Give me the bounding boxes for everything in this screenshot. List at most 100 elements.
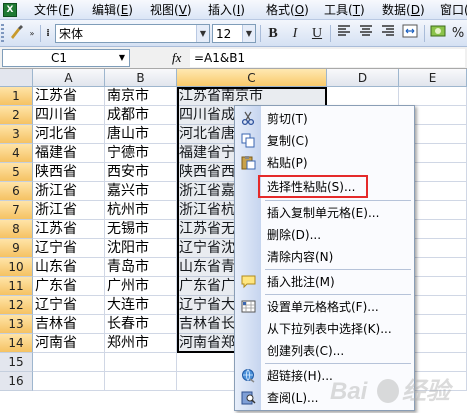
menu-window[interactable]: 窗口(W) [440, 3, 467, 18]
row-header[interactable]: 6 [0, 182, 33, 201]
font-style-icon: ⁞ [46, 28, 50, 39]
menu-item-label: 创建列表(C)... [267, 344, 345, 358]
row-header[interactable]: 1 [0, 87, 33, 106]
underline-button[interactable]: U [307, 24, 327, 43]
cell-b8[interactable]: 无锡市 [105, 220, 177, 239]
cell-d1[interactable] [327, 87, 399, 106]
italic-button[interactable]: I [285, 24, 305, 43]
toolbar-grip[interactable] [1, 24, 4, 43]
row-header[interactable]: 4 [0, 144, 33, 163]
font-size-combo[interactable]: 12 ▼ [212, 24, 256, 43]
cell-a1[interactable]: 江苏省 [33, 87, 105, 106]
cell-a6[interactable]: 浙江省 [33, 182, 105, 201]
menu-item-create-list[interactable]: 创建列表(C)... [235, 340, 414, 362]
cell-b5[interactable]: 西安市 [105, 163, 177, 182]
bold-button[interactable]: B [263, 24, 283, 43]
cell-b16[interactable] [105, 372, 177, 391]
menu-item-format-cells[interactable]: 设置单元格格式(F)... [235, 296, 414, 318]
percent-icon[interactable]: % [448, 24, 467, 43]
column-header-e[interactable]: E [399, 69, 467, 87]
menu-format[interactable]: 格式(O) [266, 3, 309, 18]
cell-a2[interactable]: 四川省 [33, 106, 105, 125]
toolbar-chevron-icon[interactable]: » [26, 24, 38, 43]
fx-icon[interactable]: fx [172, 50, 181, 66]
cell-a4[interactable]: 福建省 [33, 144, 105, 163]
row-header[interactable]: 9 [0, 239, 33, 258]
align-left-icon[interactable] [334, 24, 354, 43]
cell-a12[interactable]: 辽宁省 [33, 296, 105, 315]
chevron-down-icon[interactable]: ▼ [242, 25, 255, 42]
menu-item-cut[interactable]: 剪切(T) [235, 108, 414, 130]
row-header[interactable]: 14 [0, 334, 33, 353]
menu-item-insert-comment[interactable]: 插入批注(M) [235, 271, 414, 293]
cell-b9[interactable]: 沈阳市 [105, 239, 177, 258]
cell-a13[interactable]: 吉林省 [33, 315, 105, 334]
cell-a14[interactable]: 河南省 [33, 334, 105, 353]
menu-item-copy[interactable]: 复制(C) [235, 130, 414, 152]
row-header[interactable]: 8 [0, 220, 33, 239]
menu-tools[interactable]: 工具(T) [324, 3, 365, 18]
cell-a5[interactable]: 陕西省 [33, 163, 105, 182]
menu-item-delete[interactable]: 删除(D)... [235, 224, 414, 246]
cell-a10[interactable]: 山东省 [33, 258, 105, 277]
cell-a8[interactable]: 江苏省 [33, 220, 105, 239]
menu-item-paste-special[interactable]: 选择性粘贴(S)... [235, 176, 414, 198]
menu-file[interactable]: 文件(F) [34, 3, 74, 18]
cell-b13[interactable]: 长春市 [105, 315, 177, 334]
cell-b14[interactable]: 郑州市 [105, 334, 177, 353]
cell-b3[interactable]: 唐山市 [105, 125, 177, 144]
row-header[interactable]: 2 [0, 106, 33, 125]
row-header[interactable]: 13 [0, 315, 33, 334]
cell-a11[interactable]: 广东省 [33, 277, 105, 296]
menu-item-clear-contents[interactable]: 清除内容(N) [235, 246, 414, 268]
chevron-down-icon[interactable]: ▼ [115, 50, 129, 66]
cell-b11[interactable]: 广州市 [105, 277, 177, 296]
cell-b15[interactable] [105, 353, 177, 372]
row-header[interactable]: 12 [0, 296, 33, 315]
menu-insert[interactable]: 插入(I) [208, 3, 245, 18]
row-header[interactable]: 3 [0, 125, 33, 144]
cell-a7[interactable]: 浙江省 [33, 201, 105, 220]
menu-item-insert-copied-cells[interactable]: 插入复制单元格(E)... [235, 202, 414, 224]
cell-b6[interactable]: 嘉兴市 [105, 182, 177, 201]
cell-b10[interactable]: 青岛市 [105, 258, 177, 277]
cell-a9[interactable]: 辽宁省 [33, 239, 105, 258]
chevron-down-icon[interactable]: ▼ [196, 25, 209, 42]
currency-icon[interactable] [428, 24, 448, 43]
menu-item-pick-from-list[interactable]: 从下拉列表中选择(K)... [235, 318, 414, 340]
cell-b1[interactable]: 南京市 [105, 87, 177, 106]
column-header-b[interactable]: B [105, 69, 177, 87]
row-header[interactable]: 5 [0, 163, 33, 182]
formula-input[interactable]: =A1&B1 [190, 49, 465, 67]
column-header-d[interactable]: D [327, 69, 399, 87]
align-right-icon[interactable] [378, 24, 398, 43]
column-header-c[interactable]: C [177, 69, 327, 87]
font-name-combo[interactable]: 宋体 ▼ [55, 24, 210, 43]
excel-app-icon[interactable]: X [3, 3, 17, 17]
cell-e1[interactable] [399, 87, 467, 106]
menu-item-label: 剪切(T) [267, 112, 308, 126]
cell-b7[interactable]: 杭州市 [105, 201, 177, 220]
toolbar-options-icon[interactable] [6, 24, 26, 43]
cell-b4[interactable]: 宁德市 [105, 144, 177, 163]
cell-c1[interactable]: 江苏省南京市 [177, 87, 327, 106]
column-header-a[interactable]: A [33, 69, 105, 87]
cell-a16[interactable] [33, 372, 105, 391]
cell-a15[interactable] [33, 353, 105, 372]
cell-b12[interactable]: 大连市 [105, 296, 177, 315]
row-header[interactable]: 11 [0, 277, 33, 296]
cell-b2[interactable]: 成都市 [105, 106, 177, 125]
row-header[interactable]: 15 [0, 353, 33, 372]
cell-a3[interactable]: 河北省 [33, 125, 105, 144]
merge-center-icon[interactable] [400, 24, 420, 43]
row-header[interactable]: 7 [0, 201, 33, 220]
menu-view[interactable]: 视图(V) [150, 3, 192, 18]
select-all-corner[interactable] [0, 69, 33, 87]
row-header[interactable]: 10 [0, 258, 33, 277]
row-header[interactable]: 16 [0, 372, 33, 391]
align-center-icon[interactable] [356, 24, 376, 43]
menu-edit[interactable]: 编辑(E) [92, 3, 133, 18]
name-box[interactable]: C1 ▼ [2, 49, 130, 67]
menu-item-paste[interactable]: 粘贴(P) [235, 152, 414, 174]
menu-data[interactable]: 数据(D) [382, 3, 425, 18]
